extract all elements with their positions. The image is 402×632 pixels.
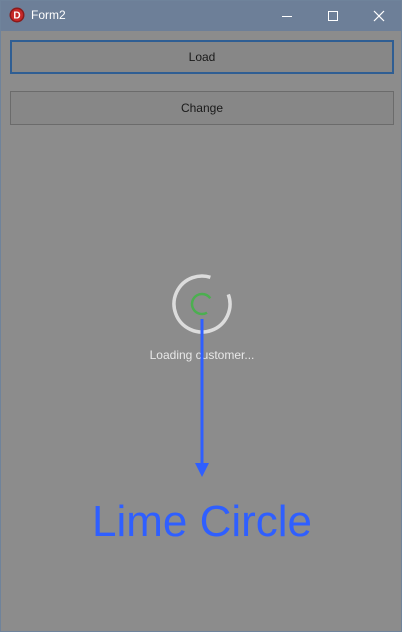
title-bar[interactable]: D Form2 [1,1,401,31]
close-button[interactable] [356,1,401,31]
change-button[interactable]: Change [10,91,394,125]
app-icon-letter: D [13,11,20,22]
maximize-button[interactable] [310,1,356,31]
spinner-lime-circle [190,292,214,316]
minimize-button[interactable] [264,1,310,31]
change-button-label: Change [180,101,224,115]
app-icon: D [9,7,25,23]
load-button[interactable]: Load [10,40,394,74]
close-icon [373,10,385,22]
load-button-label: Load [188,50,216,64]
annotation-label: Lime Circle [91,497,313,546]
form-window: D Form2 Load Change Loading customer... … [0,0,402,632]
annotation-arrow [195,319,209,477]
window-title: Form2 [31,8,66,22]
minimize-icon [282,16,292,17]
maximize-icon [328,11,338,21]
